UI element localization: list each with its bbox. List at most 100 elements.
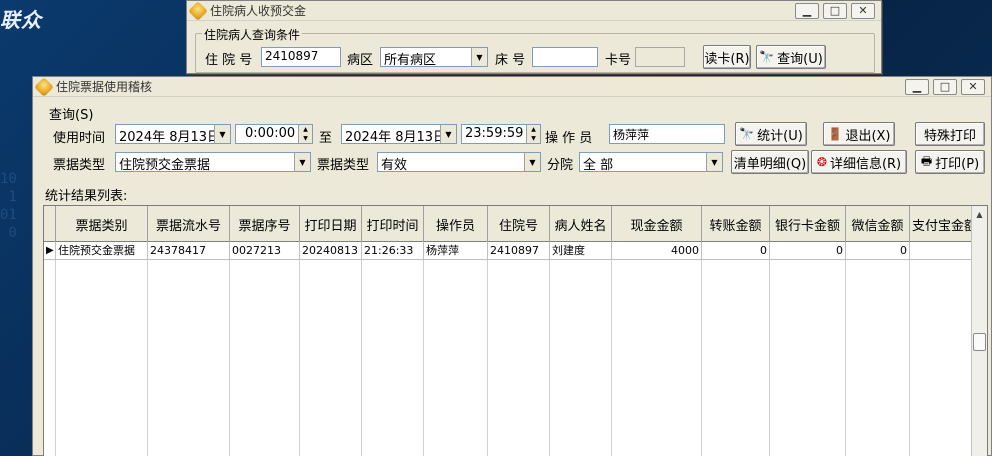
header-patient-name[interactable]: 病人姓名 [550,206,612,242]
header-ticket-serial[interactable]: 票据流水号 [148,206,230,242]
chevron-down-icon[interactable]: ▼ [706,153,722,171]
query-section-title: 查询(S) [49,108,94,123]
cell-cash-amount[interactable]: 4000 [612,242,702,260]
close-button[interactable]: ✕ [961,78,985,95]
header-inpatient-no[interactable]: 住院号 [488,206,550,242]
header-bankcard-amount[interactable]: 银行卡金额 [770,206,846,242]
ticket-type-select[interactable]: 住院预交金票据 ▼ [115,152,311,172]
exit-button[interactable]: 🚪 退出(X) [823,122,895,146]
window-prepayment: 住院病人收预交金 ▁ □ ✕ 住院病人查询条件 住 院 号 2410897 病区… [186,0,882,74]
detail-info-button[interactable]: ❂ 详细信息(R) [811,150,907,174]
date-from-picker[interactable]: 2024年 8月13日 ▼ [115,124,231,144]
info-lifebuoy-icon: ❂ [816,155,827,169]
card-label: 卡号 [605,53,632,68]
special-print-button[interactable]: 特殊打印 [915,122,985,146]
header-print-date[interactable]: 打印日期 [300,206,362,242]
zhuyuan-label: 住 院 号 [205,53,253,68]
chevron-down-icon[interactable]: ▼ [471,48,487,66]
header-operator[interactable]: 操作员 [424,206,488,242]
header-print-time[interactable]: 打印时间 [362,206,424,242]
time-to-spinner[interactable]: 23:59:59 ▲ ▼ [461,124,541,144]
back-query-label: 查询(U) [777,51,823,67]
titlebar: 住院病人收预交金 ▁ □ ✕ [187,0,881,21]
chevron-down-icon[interactable]: ▼ [440,125,456,143]
table-header: 票据类别 票据流水号 票据序号 打印日期 打印时间 操作员 住院号 病人姓名 现… [44,206,976,242]
operator-input[interactable]: 杨萍萍 [609,124,725,144]
cell-bankcard-amount[interactable]: 0 [770,242,846,260]
maximize-button[interactable]: □ [933,78,957,95]
scroll-up-icon[interactable]: ▲ [972,206,987,222]
back-query-button[interactable]: 🔭 查询(U) [756,45,826,69]
header-transfer-amount[interactable]: 转账金额 [702,206,770,242]
detail-info-label: 详细信息(R) [829,156,902,172]
zhuyuan-number-input[interactable]: 2410897 [261,47,341,67]
scrollbar-thumb[interactable] [973,333,986,351]
date-to-picker[interactable]: 2024年 8月13日 ▼ [341,124,457,144]
cell-print-date[interactable]: 20240813 [300,242,362,260]
titlebar: 住院票据使用稽核 ▁ □ ✕ [33,76,991,97]
minimize-button[interactable]: ▁ [795,2,819,19]
print-button[interactable]: 🖶 打印(P) [915,150,985,174]
time-from-spinner[interactable]: 0:00:00 ▲ ▼ [235,124,313,144]
chevron-down-icon[interactable]: ▼ [214,125,230,143]
date-from-value: 2024年 8月13日 [119,130,221,144]
desktop-logo: 联众 [0,8,42,32]
table-row[interactable]: ▶ 住院预交金票据 24378417 0027213 20240813 21:2… [44,242,976,260]
spin-updown-icon[interactable]: ▲ ▼ [526,125,540,143]
exit-button-label: 退出(X) [845,128,891,144]
branch-select[interactable]: 全 部 ▼ [579,152,723,172]
vertical-scrollbar[interactable]: ▲ [971,206,987,456]
print-button-label: 打印(P) [935,156,980,172]
chevron-down-icon[interactable]: ▼ [294,153,310,171]
ticket-status-label: 票据类型 [317,158,370,173]
cell-print-time[interactable]: 21:26:33 [362,242,424,260]
chevron-down-icon[interactable]: ▼ [524,153,540,171]
header-ticket-category[interactable]: 票据类别 [56,206,148,242]
cell-operator[interactable]: 杨萍萍 [424,242,488,260]
window-ticket-audit: 住院票据使用稽核 ▁ □ ✕ 查询(S) 使用时间 2024年 8月13日 ▼ … [32,76,992,456]
card-number-input [635,47,685,67]
cell-ticket-serial[interactable]: 24378417 [148,242,230,260]
cell-ticket-seq[interactable]: 0027213 [230,242,300,260]
to-label: 至 [319,131,333,146]
read-card-button[interactable]: 读卡(R) [703,45,751,69]
read-card-label: 读卡(R) [704,51,750,67]
minimize-button[interactable]: ▁ [905,78,929,95]
header-cash-amount[interactable]: 现金金额 [612,206,702,242]
cell-ticket-category[interactable]: 住院预交金票据 [56,242,148,260]
cell-alipay-amount[interactable] [910,242,976,260]
cell-wechat-amount[interactable]: 0 [846,242,910,260]
ward-select[interactable]: 所有病区 ▼ [380,47,488,67]
window-title: 住院票据使用稽核 [56,80,153,94]
printer-icon: 🖶 [920,153,933,168]
clear-detail-label: 清单明细(Q) [733,156,807,172]
special-print-label: 特殊打印 [923,128,976,144]
cell-transfer-amount[interactable]: 0 [702,242,770,260]
spin-updown-icon[interactable]: ▲ ▼ [298,125,312,143]
branch-label: 分院 [547,158,574,173]
maximize-button[interactable]: □ [823,2,847,19]
stat-button[interactable]: 🔭 统计(U) [735,122,807,146]
window-title: 住院病人收预交金 [210,4,307,18]
cell-inpatient-no[interactable]: 2410897 [488,242,550,260]
ticket-status-select[interactable]: 有效 ▼ [377,152,541,172]
ward-select-value: 所有病区 [384,53,437,67]
stat-button-label: 统计(U) [757,128,803,144]
header-wechat-amount[interactable]: 微信金额 [846,206,910,242]
time-from-value: 0:00:00 [245,126,296,141]
clear-detail-button[interactable]: 清单明细(Q) [731,150,809,174]
result-table[interactable]: 票据类别 票据流水号 票据序号 打印日期 打印时间 操作员 住院号 病人姓名 现… [43,205,988,456]
time-to-value: 23:59:59 [465,126,524,141]
header-alipay-amount[interactable]: 支付宝金额 [910,206,976,242]
cell-patient-name[interactable]: 刘建度 [550,242,612,260]
row-indicator-header [44,206,56,242]
bed-number-input[interactable] [532,47,598,67]
branch-value: 全 部 [583,158,614,172]
use-time-label: 使用时间 [53,131,106,146]
close-button[interactable]: ✕ [851,2,875,19]
exit-door-icon: 🚪 [827,127,843,141]
group-title: 住院病人查询条件 [202,26,303,43]
window-app-icon [188,0,208,21]
date-to-value: 2024年 8月13日 [345,130,447,144]
header-ticket-seq[interactable]: 票据序号 [230,206,300,242]
